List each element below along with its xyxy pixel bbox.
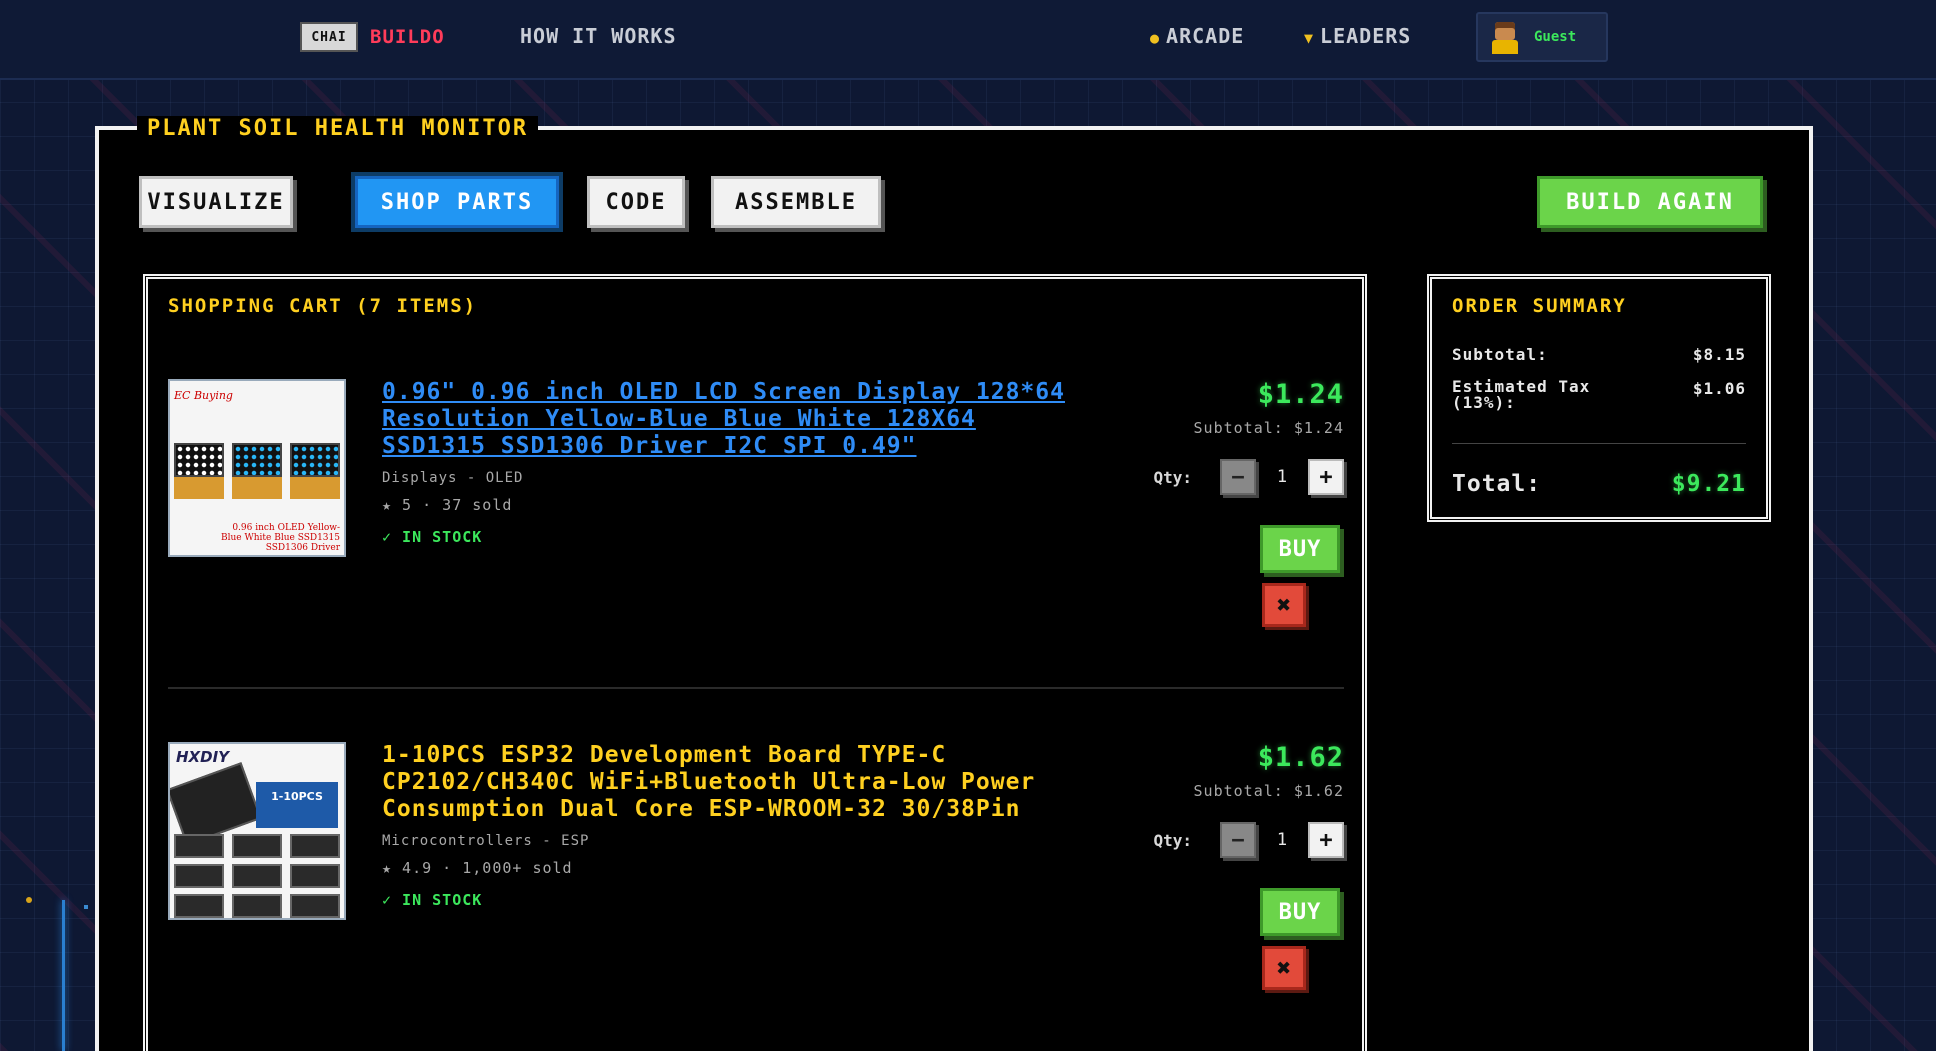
- nav-how-it-works[interactable]: HOW IT WORKS: [520, 24, 677, 48]
- summary-title: ORDER SUMMARY: [1452, 295, 1627, 317]
- minus-icon: −: [1231, 464, 1245, 490]
- product-category: Microcontrollers - ESP: [382, 833, 590, 849]
- qty-value: 1: [1276, 830, 1288, 850]
- summary-subtotal-row: Subtotal: $8.15: [1452, 345, 1746, 364]
- background-glow-line: [62, 900, 65, 1051]
- user-name: Guest: [1534, 29, 1577, 45]
- stock-status: ✓ IN STOCK: [382, 891, 483, 909]
- logo[interactable]: CHAI BUILDO: [300, 22, 445, 52]
- product-category: Displays - OLED: [382, 470, 524, 486]
- subtotal-label: Subtotal:: [1452, 345, 1548, 364]
- cart-item: HXDIY 1-10PCS 1-10PCS ESP32 Development …: [168, 742, 1344, 1051]
- product-title-link[interactable]: 0.96" 0.96 inch OLED LCD Screen Display …: [382, 379, 1082, 460]
- summary-total-row: Total: $9.21: [1452, 471, 1746, 497]
- qty-decrease-button[interactable]: −: [1220, 822, 1256, 858]
- build-again-button[interactable]: BUILD AGAIN: [1537, 176, 1763, 228]
- plus-icon: +: [1319, 827, 1333, 853]
- logo-text: BUILDO: [370, 26, 445, 48]
- cart-item: EC Buying 0.96 inch OLED Yellow-Blue Whi…: [168, 379, 1344, 689]
- nav-arcade-label: ARCADE: [1166, 24, 1245, 48]
- summary-divider: [1452, 443, 1746, 444]
- product-image-caption: 0.96 inch OLED Yellow-Blue White Blue SS…: [221, 523, 340, 553]
- tab-visualize[interactable]: VISUALIZE: [139, 176, 293, 228]
- buy-button[interactable]: BUY: [1260, 888, 1340, 936]
- nav-arcade[interactable]: ● ARCADE: [1150, 24, 1244, 48]
- product-image-tag: 1-10PCS: [256, 782, 338, 828]
- project-panel: PLANT SOIL HEALTH MONITOR VISUALIZE SHOP…: [95, 116, 1813, 1051]
- stock-status: ✓ IN STOCK: [382, 528, 483, 546]
- user-menu[interactable]: Guest: [1476, 12, 1608, 62]
- total-label: Total:: [1452, 471, 1542, 497]
- cart-title: SHOPPING CART (7 ITEMS): [168, 295, 478, 317]
- item-subtotal: Subtotal: $1.24: [1193, 419, 1344, 437]
- buy-button[interactable]: BUY: [1260, 525, 1340, 573]
- minus-icon: −: [1231, 827, 1245, 853]
- subtotal-value: $8.15: [1692, 345, 1746, 364]
- product-image[interactable]: HXDIY 1-10PCS: [168, 742, 346, 920]
- shopping-cart: SHOPPING CART (7 ITEMS) EC Buying 0.96 i…: [143, 274, 1367, 1051]
- top-nav: CHAI BUILDO HOW IT WORKS ● ARCADE ▼ LEADER…: [0, 0, 1936, 80]
- product-price: $1.62: [1257, 742, 1344, 773]
- qty-value: 1: [1276, 467, 1288, 487]
- product-rating: ★ 4.9 · 1,000+ sold: [382, 859, 573, 877]
- avatar: [1490, 20, 1520, 54]
- product-image-brand: HXDIY: [176, 748, 230, 766]
- trophy-icon: ▼: [1304, 29, 1315, 47]
- qty-label: Qty:: [1153, 467, 1192, 487]
- tab-assemble[interactable]: ASSEMBLE: [711, 176, 881, 228]
- tab-shop-parts[interactable]: SHOP PARTS: [355, 176, 559, 228]
- product-rating: ★ 5 · 37 sold: [382, 496, 513, 514]
- product-image[interactable]: EC Buying 0.96 inch OLED Yellow-Blue Whi…: [168, 379, 346, 557]
- nav-leaders-label: LEADERS: [1320, 24, 1412, 48]
- item-subtotal: Subtotal: $1.62: [1193, 782, 1344, 800]
- qty-increase-button[interactable]: +: [1308, 822, 1344, 858]
- total-value: $9.21: [1671, 471, 1746, 497]
- remove-item-button[interactable]: ✖: [1262, 946, 1306, 990]
- close-icon: ✖: [1276, 954, 1292, 982]
- project-title: PLANT SOIL HEALTH MONITOR: [137, 116, 539, 141]
- product-price: $1.24: [1257, 379, 1344, 410]
- remove-item-button[interactable]: ✖: [1262, 583, 1306, 627]
- summary-tax-row: Estimated Tax (13%): $1.06: [1452, 379, 1746, 411]
- product-image-brand: EC Buying: [174, 389, 233, 402]
- plus-icon: +: [1319, 464, 1333, 490]
- close-icon: ✖: [1276, 591, 1292, 619]
- background-dot: [26, 897, 32, 903]
- product-title[interactable]: 1-10PCS ESP32 Development Board TYPE-C C…: [382, 742, 1082, 823]
- qty-increase-button[interactable]: +: [1308, 459, 1344, 495]
- quantity-stepper: Qty: − 1 +: [1153, 822, 1344, 858]
- qty-label: Qty:: [1153, 830, 1192, 850]
- quantity-stepper: Qty: − 1 +: [1153, 459, 1344, 495]
- tab-code[interactable]: CODE: [587, 176, 685, 228]
- nav-leaders[interactable]: ▼ LEADERS: [1304, 24, 1411, 48]
- logo-mark: CHAI: [300, 22, 358, 52]
- coin-icon: ●: [1150, 29, 1161, 47]
- tax-value: $1.06: [1692, 379, 1746, 398]
- background-dot: [84, 905, 88, 909]
- qty-decrease-button[interactable]: −: [1220, 459, 1256, 495]
- tax-label: Estimated Tax (13%):: [1452, 377, 1591, 412]
- order-summary: ORDER SUMMARY Subtotal: $8.15 Estimated …: [1427, 274, 1771, 522]
